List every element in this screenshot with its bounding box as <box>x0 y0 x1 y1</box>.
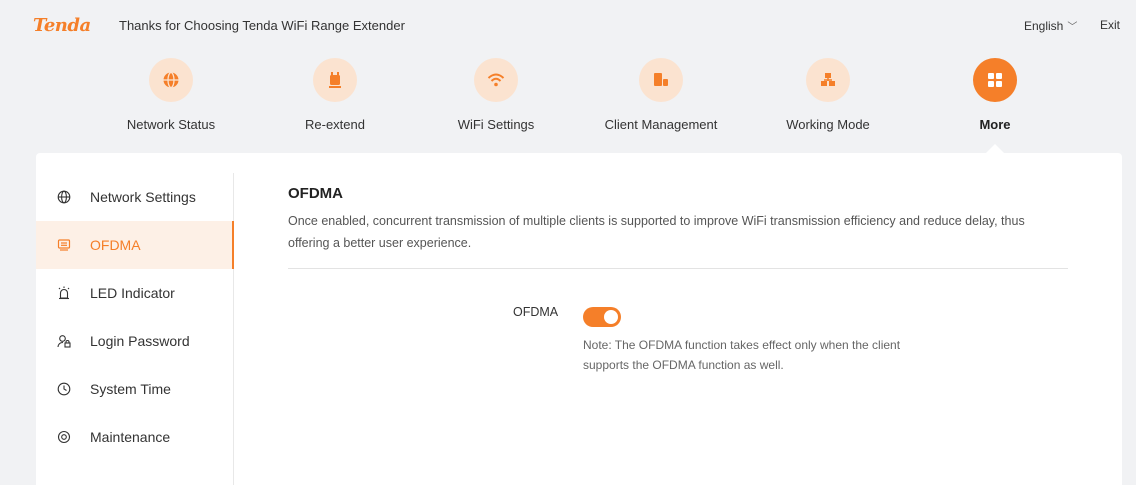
sidebar: Network Settings OFDMA LED Indicator Log… <box>36 173 234 485</box>
header-tagline: Thanks for Choosing Tenda WiFi Range Ext… <box>119 18 405 33</box>
tenda-logo: Tenda <box>33 15 91 36</box>
ofdma-toggle[interactable] <box>583 307 621 327</box>
language-label: English <box>1024 19 1064 33</box>
top-bar: Tenda Thanks for Choosing Tenda WiFi Ran… <box>6 6 1136 46</box>
divider <box>288 268 1068 269</box>
sidebar-item-led-indicator[interactable]: LED Indicator <box>36 269 233 317</box>
clock-icon <box>54 379 74 399</box>
app-frame: Tenda Thanks for Choosing Tenda WiFi Ran… <box>6 6 1136 485</box>
wifi-icon <box>474 58 518 102</box>
grid-icon <box>973 58 1017 102</box>
sidebar-item-maintenance[interactable]: Maintenance <box>36 413 233 461</box>
sidebar-item-network-settings[interactable]: Network Settings <box>36 173 233 221</box>
nav-re-extend[interactable]: Re-extend <box>255 58 415 138</box>
sidebar-item-ofdma[interactable]: OFDMA <box>36 221 234 269</box>
ofdma-icon <box>54 235 74 255</box>
sidebar-item-label: Login Password <box>90 333 190 349</box>
nav-wifi-settings[interactable]: WiFi Settings <box>416 58 576 138</box>
nav-label: WiFi Settings <box>457 117 535 132</box>
globe-icon <box>54 187 74 207</box>
page-title: OFDMA <box>288 185 343 202</box>
sidebar-item-label: OFDMA <box>90 237 141 253</box>
nav-client-management[interactable]: Client Management <box>581 58 741 138</box>
nav-label: More <box>979 117 1011 132</box>
exit-link[interactable]: Exit <box>1100 18 1120 32</box>
ofdma-setting-label: OFDMA <box>513 305 559 319</box>
sidebar-item-label: Maintenance <box>90 429 171 445</box>
ofdma-note: Note: The OFDMA function takes effect on… <box>583 338 901 372</box>
main-content: OFDMA Once enabled, concurrent transmiss… <box>288 185 1068 372</box>
client-icon <box>639 58 683 102</box>
mode-icon <box>806 58 850 102</box>
sidebar-item-label: System Time <box>90 381 171 397</box>
ofdma-setting-row: OFDMA Note: The OFDMA function takes eff… <box>288 303 1068 383</box>
nav-working-mode[interactable]: Working Mode <box>748 58 908 138</box>
maintenance-icon <box>54 427 74 447</box>
sidebar-item-system-time[interactable]: System Time <box>36 365 233 413</box>
sidebar-item-label: Network Settings <box>90 189 196 205</box>
language-selector[interactable]: English ﹀ <box>1024 18 1077 33</box>
settings-panel: Network Settings OFDMA LED Indicator Log… <box>36 153 1122 485</box>
page-description: Once enabled, concurrent transmission of… <box>288 214 1025 250</box>
user-lock-icon <box>54 331 74 351</box>
active-tab-pointer <box>986 144 1004 153</box>
toggle-knob <box>604 310 618 324</box>
chevron-down-icon: ﹀ <box>1067 22 1078 33</box>
nav-more[interactable]: More <box>915 58 1075 138</box>
globe-icon <box>149 58 193 102</box>
sidebar-item-label: LED Indicator <box>90 285 175 301</box>
nav-label: Working Mode <box>786 117 870 132</box>
led-icon <box>54 283 74 303</box>
extender-icon <box>313 58 357 102</box>
nav-label: Network Status <box>126 117 216 132</box>
nav-network-status[interactable]: Network Status <box>91 58 251 138</box>
nav-label: Re-extend <box>305 117 365 132</box>
nav-label: Client Management <box>604 117 718 132</box>
sidebar-item-login-password[interactable]: Login Password <box>36 317 233 365</box>
